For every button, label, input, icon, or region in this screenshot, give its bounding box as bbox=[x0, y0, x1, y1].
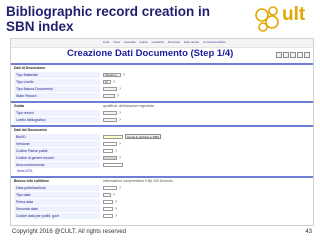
menu-item-localizza[interactable]: Localizza bbox=[152, 40, 165, 45]
print-icon[interactable] bbox=[283, 52, 289, 58]
help-icon[interactable]: ? bbox=[119, 110, 121, 116]
text-field[interactable] bbox=[103, 149, 113, 153]
field-label: Seconda data bbox=[14, 206, 100, 212]
section-divider bbox=[11, 176, 313, 178]
form-row: Tipo Livello M? bbox=[11, 79, 313, 85]
page-number: 43 bbox=[305, 229, 312, 235]
menu-item-help-utente[interactable]: Help utente bbox=[184, 40, 199, 45]
form-row: Tipo Natura Documento? bbox=[11, 86, 313, 92]
help-icon[interactable]: ? bbox=[115, 199, 117, 205]
field-label: Area numerazione bbox=[14, 162, 100, 168]
help-icon[interactable]: ? bbox=[119, 141, 121, 147]
select-field[interactable] bbox=[103, 94, 115, 98]
field-label: Tipo record bbox=[14, 110, 100, 116]
section-divider bbox=[11, 63, 313, 65]
text-field[interactable] bbox=[103, 142, 117, 146]
field-label: Codice data per pubbl. govt bbox=[14, 213, 100, 219]
section-title: Dati di Descrizione bbox=[14, 66, 46, 70]
help-icon[interactable]: ? bbox=[119, 86, 121, 92]
form-row: Seconda data? bbox=[11, 206, 313, 212]
page-heading: Creazione Dati Documento (Step 1/4) bbox=[67, 48, 234, 59]
select-field[interactable]: Moderno bbox=[103, 73, 121, 77]
text-field[interactable] bbox=[103, 200, 113, 204]
help-icon[interactable]: ? bbox=[115, 213, 117, 219]
field-label: Prima data bbox=[14, 199, 100, 205]
section-title: Guida bbox=[14, 104, 24, 108]
select-field[interactable] bbox=[103, 193, 111, 197]
text-field[interactable] bbox=[103, 214, 113, 218]
form-row: Area numerazione bbox=[11, 162, 313, 168]
menu-item-crea[interactable]: Crea bbox=[113, 40, 120, 45]
menu-item-guida[interactable]: Guida bbox=[140, 40, 148, 45]
form-row: Codice Paese pubbl.? bbox=[11, 148, 313, 154]
field-label: Bid/ID bbox=[14, 134, 100, 140]
help-icon[interactable]: ? bbox=[113, 192, 115, 198]
form-row: Tipo record? bbox=[11, 110, 313, 116]
section-note: qualificat. dichiarazioni registrate bbox=[103, 104, 154, 108]
copyright-footer: Copyright 2016 @CULT. All rights reserve… bbox=[12, 229, 127, 235]
form-row: Codice data per pubbl. govt? bbox=[11, 213, 313, 219]
section-divider bbox=[11, 101, 313, 103]
search-icon[interactable] bbox=[290, 52, 296, 58]
menu-item-comunica-difetto[interactable]: Comunica difetto bbox=[203, 40, 226, 45]
text-field[interactable] bbox=[103, 156, 117, 160]
form-row: Versione? bbox=[11, 141, 313, 147]
field-label: Tipo Materiale bbox=[14, 72, 100, 78]
field-label: Tipo Livello bbox=[14, 79, 100, 85]
form-row: Livello bibliografico? bbox=[11, 117, 313, 123]
area-link[interactable]: Area DTIL bbox=[17, 169, 33, 173]
menu-bar: Lista Crea Cancella Guida Localizza Rinuncia H… bbox=[11, 39, 313, 48]
field-label: Tipo data bbox=[14, 192, 100, 198]
text-field[interactable] bbox=[103, 163, 123, 167]
text-field[interactable] bbox=[103, 135, 123, 139]
field-label: Livello bibliografico bbox=[14, 117, 100, 123]
toolbar-icons bbox=[276, 52, 310, 58]
select-field[interactable] bbox=[103, 111, 117, 115]
menu-item-cancella[interactable]: Cancella bbox=[124, 40, 136, 45]
help-icon[interactable]: ? bbox=[119, 185, 121, 191]
help-icon[interactable]: ? bbox=[113, 79, 115, 85]
field-label: Versione bbox=[14, 141, 100, 147]
field-label: Codice di genere musiel. bbox=[14, 155, 100, 161]
select-field[interactable]: M bbox=[103, 80, 111, 84]
text-field[interactable] bbox=[103, 186, 117, 190]
help-icon[interactable]: ? bbox=[117, 93, 119, 99]
screenshot-window: Lista Crea Cancella Guida Localizza Rinuncia H… bbox=[10, 38, 314, 226]
help-icon[interactable]: ? bbox=[123, 72, 125, 78]
form-row: Tipo Materiale Moderno? bbox=[11, 72, 313, 78]
field-label: Stato Record bbox=[14, 93, 100, 99]
help-icon[interactable]: ? bbox=[115, 206, 117, 212]
text-field[interactable] bbox=[103, 207, 113, 211]
field-label: Codice Paese pubbl. bbox=[14, 148, 100, 154]
menu-item-lista[interactable]: Lista bbox=[103, 40, 109, 45]
form-row: Codice di genere musiel.? bbox=[11, 155, 313, 161]
close-icon[interactable] bbox=[304, 52, 310, 58]
help-icon[interactable]: ? bbox=[119, 155, 121, 161]
section-title: Blocco Info collilinee bbox=[14, 179, 50, 183]
form-row: Prima data? bbox=[11, 199, 313, 205]
menu-item-rinuncia[interactable]: Rinuncia bbox=[168, 40, 180, 45]
save-icon[interactable] bbox=[276, 52, 282, 58]
help-icon[interactable] bbox=[297, 52, 303, 58]
search-archive-button[interactable]: Cerca in archivio e SBN bbox=[125, 134, 161, 139]
logo-text: ult bbox=[282, 4, 306, 25]
slide-title: Bibliographic record creation in SBN ind… bbox=[6, 4, 211, 34]
help-icon[interactable]: ? bbox=[119, 117, 121, 123]
form-row: Tipo data? bbox=[11, 192, 313, 198]
form-row: Bid/ID Cerca in archivio e SBN bbox=[11, 134, 313, 140]
select-field[interactable] bbox=[103, 87, 117, 91]
section-note: informazioni comprendono il Bp 100 Domin… bbox=[103, 179, 173, 183]
select-field[interactable] bbox=[103, 118, 117, 122]
section-divider bbox=[11, 125, 313, 127]
help-icon[interactable]: ? bbox=[115, 148, 117, 154]
field-label: Tipo Natura Documento bbox=[14, 86, 100, 92]
section-title: Dati del Documento bbox=[14, 128, 47, 132]
field-label: Data pubblicazione bbox=[14, 185, 100, 191]
form-row: Data pubblicazione? bbox=[11, 185, 313, 191]
form-row: Stato Record? bbox=[11, 93, 313, 99]
